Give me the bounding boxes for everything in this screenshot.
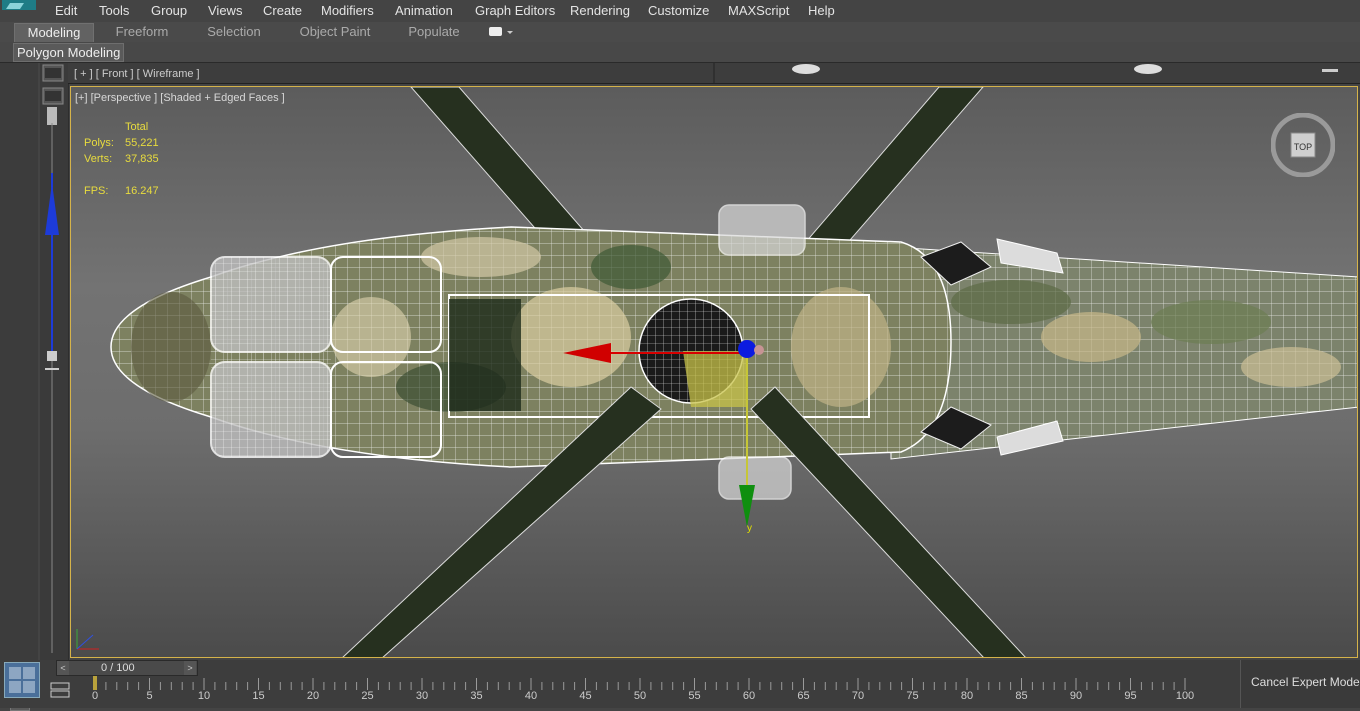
menu-create[interactable]: Create <box>263 3 302 18</box>
tab-object-paint[interactable]: Object Paint <box>292 23 378 41</box>
ruler-tick-label: 55 <box>688 690 701 702</box>
cancel-expert-mode-button[interactable]: Cancel Expert Mode <box>1240 660 1360 708</box>
tab-modeling[interactable]: Modeling <box>14 23 94 42</box>
ribbon-panel: Polygon Modeling <box>0 42 1360 63</box>
polygon-modeling-panel[interactable]: Polygon Modeling <box>13 43 125 62</box>
stats-verts-value: 37,835 <box>125 153 159 165</box>
ruler-tick-label: 70 <box>851 690 865 702</box>
ruler-tick-label: 100 <box>1175 690 1195 702</box>
ribbon-tabs: Modeling Freeform Selection Object Paint… <box>0 22 1360 42</box>
viewcube-label: TOP <box>1294 142 1312 152</box>
menu-modifiers[interactable]: Modifiers <box>321 3 374 18</box>
menu-customize[interactable]: Customize <box>648 3 709 18</box>
menu-maxscript[interactable]: MAXScript <box>728 3 789 18</box>
time-slider[interactable]: < 0 / 100 > <box>56 660 198 676</box>
viewport-layout-icon <box>9 667 35 693</box>
stats-polys-value: 55,221 <box>125 137 159 149</box>
viewport-perspective[interactable]: [+] [Perspective ] [Shaded + Edged Faces… <box>70 86 1358 658</box>
timeline: < 0 / 100 > 5 10 15 20 25 30 35 40 45 50 55 60 65 70 7… <box>0 660 1240 708</box>
ruler-tick-label: 85 <box>1015 690 1028 702</box>
cancel-expert-mode-label: Cancel Expert Mode <box>1251 675 1360 689</box>
ruler-tick-label: 65 <box>797 690 810 702</box>
menu-group[interactable]: Group <box>151 3 187 18</box>
ruler-tick-label: 50 <box>633 690 647 702</box>
timeline-ruler[interactable]: 5 10 15 20 25 30 35 40 45 50 55 60 65 70 75 80 85 90 95 100… <box>90 676 1240 706</box>
axis-tripod-icon <box>76 629 99 650</box>
helicopter-model[interactable]: y <box>71 87 1358 658</box>
menu-graph-editors[interactable]: Graph Editors <box>475 3 555 18</box>
left-command-strip: ▶ <box>0 63 38 711</box>
tab-selection[interactable]: Selection <box>196 23 272 41</box>
ruler-tick-label: 35 <box>470 690 483 702</box>
ruler-tick-label: 30 <box>415 690 429 702</box>
viewport-perspective-label[interactable]: [+] [Perspective ] [Shaded + Edged Faces… <box>75 92 285 104</box>
tab-populate[interactable]: Populate <box>398 23 470 41</box>
stats-header: Total <box>125 121 149 133</box>
ruler-tick-label: 80 <box>960 690 974 702</box>
ruler-ticks <box>93 676 1186 696</box>
stats-polys-label: Polys: <box>84 137 114 149</box>
stats-fps-label: FPS: <box>84 185 109 197</box>
ruler-tick-label: 90 <box>1069 690 1083 702</box>
gizmo-y-label: y <box>747 523 752 534</box>
ruler-tick-label: 10 <box>197 690 211 702</box>
time-slider-label: 0 / 100 <box>101 662 135 674</box>
viewport-layout-slider <box>40 63 69 660</box>
ruler-tick-label: 40 <box>524 690 538 702</box>
viewport-front[interactable]: [ + ] [ Front ] [ Wireframe ] <box>68 63 1360 84</box>
viewport-layout-button[interactable] <box>4 662 40 698</box>
ruler-tick-label: 75 <box>906 690 919 702</box>
menu-help[interactable]: Help <box>808 3 835 18</box>
menu-rendering[interactable]: Rendering <box>570 3 630 18</box>
tab-freeform[interactable]: Freeform <box>104 23 180 41</box>
menu-animation[interactable]: Animation <box>395 3 453 18</box>
ruler-tick-label: 45 <box>579 690 592 702</box>
ruler-tick-label: 20 <box>306 690 320 702</box>
ruler-tick-label: 95 <box>1124 690 1137 702</box>
ruler-tick-label-start: 0 <box>91 690 99 702</box>
vertical-slider-graphic[interactable] <box>40 63 68 660</box>
viewcube-icon[interactable]: TOP <box>1271 113 1335 177</box>
stats-fps-value: 16.247 <box>125 185 159 197</box>
front-viewport-graphic <box>713 63 1338 83</box>
ruler-tick-label: 15 <box>252 690 265 702</box>
ruler-tick-label: 5 <box>146 690 153 702</box>
current-frame-marker[interactable] <box>93 676 97 696</box>
next-frame-icon[interactable]: > <box>184 661 196 675</box>
menu-tools[interactable]: Tools <box>99 3 129 18</box>
prev-frame-icon[interactable]: < <box>57 661 69 675</box>
app-logo-icon[interactable] <box>0 0 40 20</box>
ruler-tick-label: 60 <box>742 690 756 702</box>
ruler-tick-label: 25 <box>361 690 374 702</box>
menu-views[interactable]: Views <box>208 3 242 18</box>
stats-verts-label: Verts: <box>84 153 113 165</box>
key-filter-icon[interactable] <box>50 682 70 698</box>
menu-bar: Edit Tools Group Views Create Modifiers … <box>0 0 1360 23</box>
menu-edit[interactable]: Edit <box>55 3 77 18</box>
ribbon-options-icon[interactable] <box>488 26 516 38</box>
